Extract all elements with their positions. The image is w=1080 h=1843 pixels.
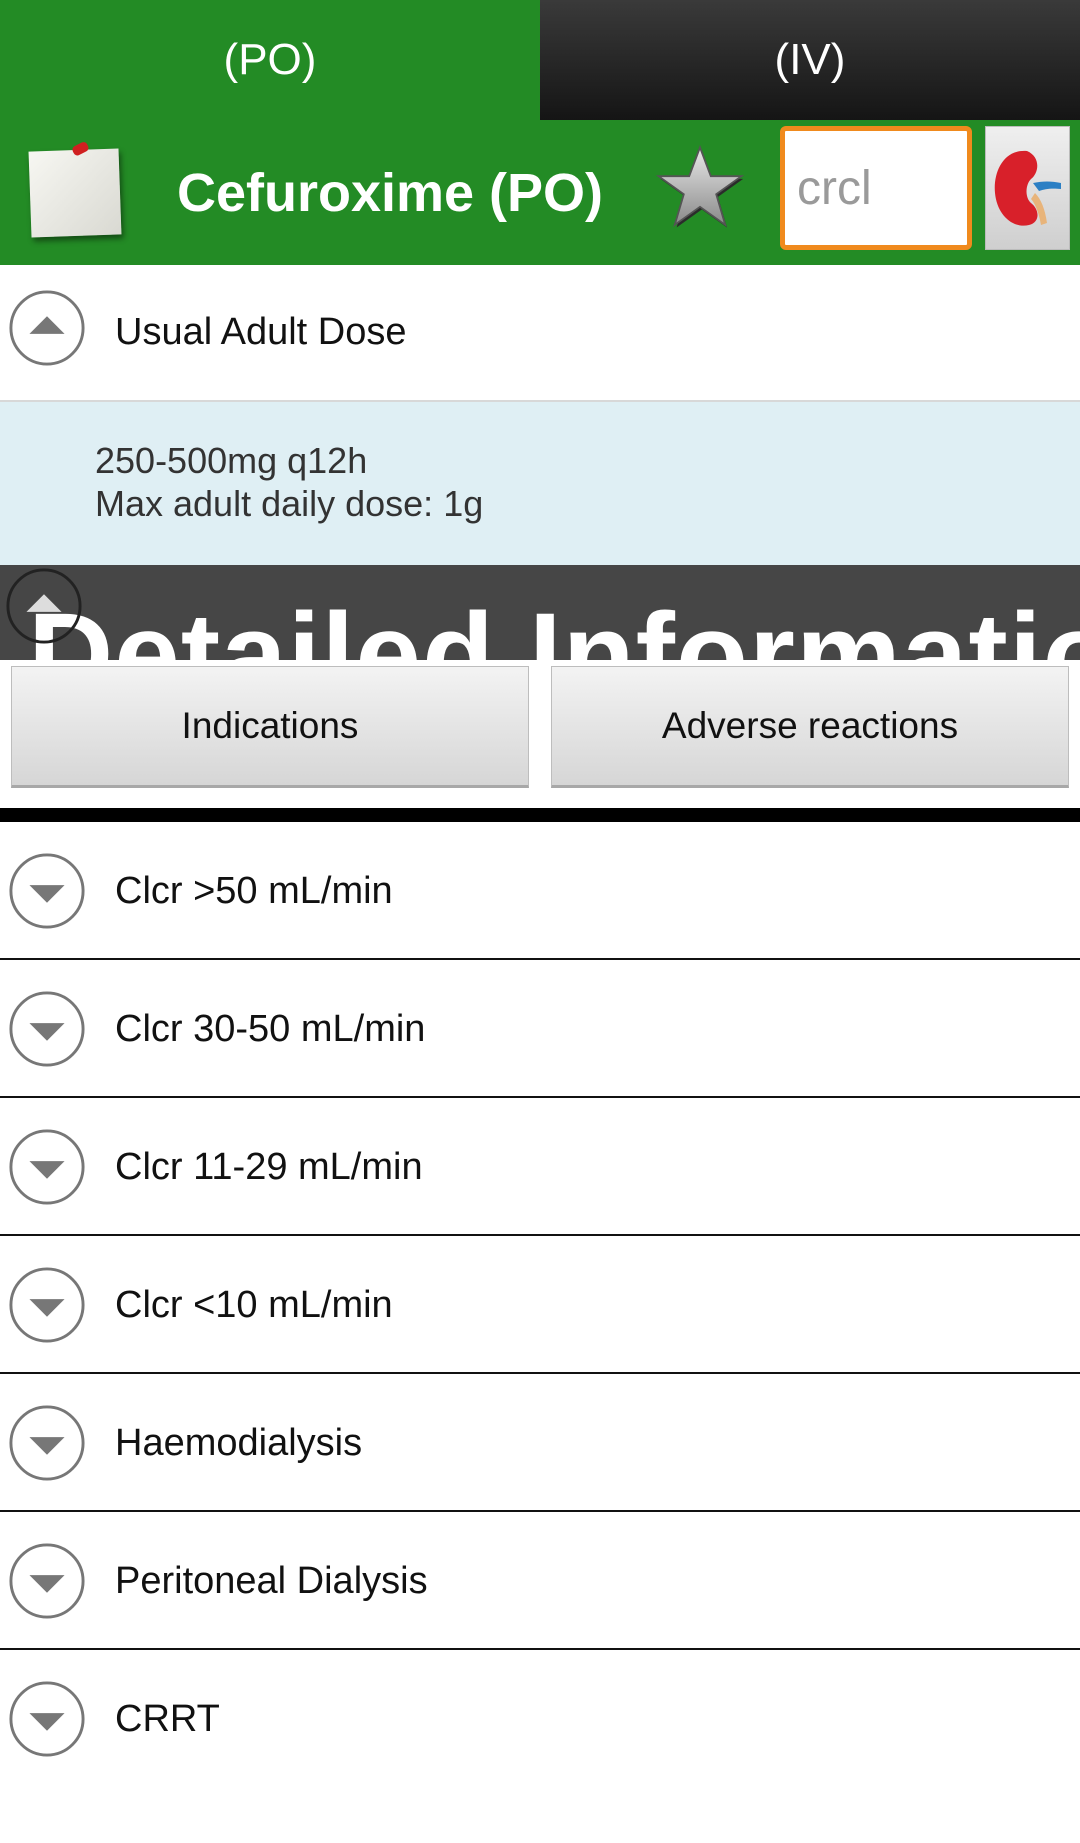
- collapse-arrow-icon: [9, 290, 85, 366]
- renal-row-peritoneal-dialysis[interactable]: Peritoneal Dialysis: [0, 1512, 1080, 1650]
- renal-row-label: Clcr 11-29 mL/min: [115, 1146, 423, 1188]
- drug-header: Cefuroxime (PO): [0, 120, 1080, 265]
- renal-row-crrt[interactable]: CRRT: [0, 1650, 1080, 1788]
- expand-arrow-icon: [9, 1543, 85, 1619]
- tab-po[interactable]: (PO): [0, 0, 540, 120]
- renal-row-clcr-30-50[interactable]: Clcr 30-50 mL/min: [0, 960, 1080, 1098]
- expand-arrow-icon: [9, 853, 85, 929]
- renal-row-label: Clcr <10 mL/min: [115, 1284, 393, 1326]
- usual-dose-label: Usual Adult Dose: [115, 311, 407, 353]
- renal-row-clcr-over-50[interactable]: Clcr >50 mL/min: [0, 822, 1080, 960]
- note-icon[interactable]: [28, 140, 122, 238]
- crcl-input[interactable]: [780, 126, 972, 250]
- expand-arrow-icon: [9, 1267, 85, 1343]
- tab-iv[interactable]: (IV): [540, 0, 1080, 120]
- expand-arrow-icon: [9, 1405, 85, 1481]
- expand-arrow-icon: [9, 1681, 85, 1757]
- renal-row-haemodialysis[interactable]: Haemodialysis: [0, 1374, 1080, 1512]
- expand-arrow-icon: [9, 1129, 85, 1205]
- indications-button[interactable]: Indications: [11, 666, 529, 788]
- renal-row-label: Haemodialysis: [115, 1422, 363, 1464]
- usual-dose-header[interactable]: Usual Adult Dose: [0, 265, 1080, 402]
- renal-row-label: Clcr >50 mL/min: [115, 870, 393, 912]
- kidney-icon: [994, 150, 1061, 226]
- renal-row-label: Clcr 30-50 mL/min: [115, 1008, 426, 1050]
- max-dose-line: Max adult daily dose: 1g: [95, 483, 484, 524]
- usual-dose-panel: 250-500mg q12h Max adult daily dose: 1g: [0, 402, 1080, 565]
- renal-row-label: Peritoneal Dialysis: [115, 1560, 428, 1602]
- detailed-information-header[interactable]: Detailed Information: [0, 565, 1080, 660]
- expand-arrow-icon: [9, 991, 85, 1067]
- route-tab-bar: (PO) (IV): [0, 0, 1080, 120]
- dose-line: 250-500mg q12h: [95, 440, 368, 481]
- detailed-information-label: Detailed Information: [28, 589, 1080, 660]
- renal-row-label: CRRT: [115, 1698, 220, 1740]
- kidney-button[interactable]: [985, 126, 1070, 250]
- drug-title: Cefuroxime (PO): [176, 162, 604, 223]
- collapse-arrow-icon: [6, 568, 82, 644]
- renal-row-clcr-under-10[interactable]: Clcr <10 mL/min: [0, 1236, 1080, 1374]
- renal-row-clcr-11-29[interactable]: Clcr 11-29 mL/min: [0, 1098, 1080, 1236]
- adverse-reactions-button[interactable]: Adverse reactions: [551, 666, 1069, 788]
- star-icon[interactable]: [655, 142, 745, 232]
- section-divider: [0, 808, 1080, 822]
